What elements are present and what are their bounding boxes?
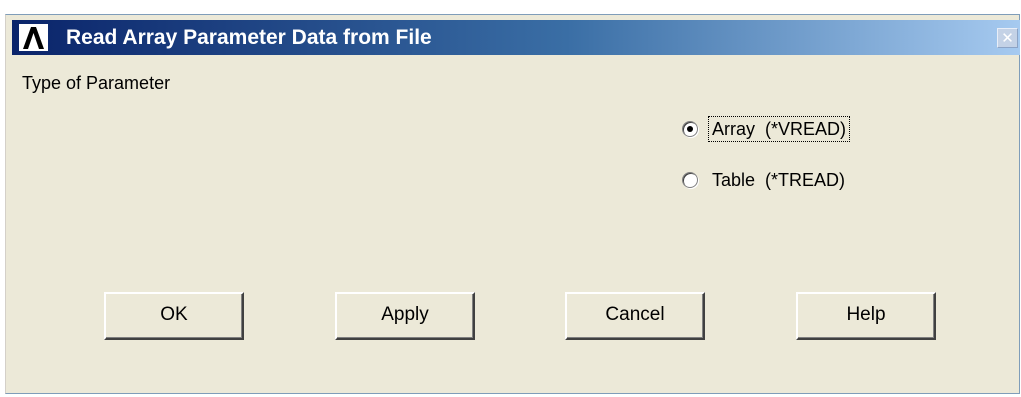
parameter-type-label: Type of Parameter [22, 73, 171, 93]
cancel-button[interactable]: Cancel [565, 292, 705, 340]
ansys-logo-icon [19, 24, 48, 51]
radio-table[interactable] [682, 172, 698, 188]
ok-button[interactable]: OK [104, 292, 244, 340]
title-bar[interactable]: Read Array Parameter Data from File ✕ [12, 20, 1020, 55]
close-button[interactable]: ✕ [997, 28, 1018, 48]
radio-selected-dot [687, 126, 693, 132]
radio-table-label[interactable]: Table (*TREAD) [709, 168, 848, 192]
dialog-window: Read Array Parameter Data from File ✕ Ty… [5, 14, 1020, 394]
close-icon: ✕ [1001, 29, 1014, 47]
help-button[interactable]: Help [796, 292, 936, 340]
radio-array-label[interactable]: Array (*VREAD) [707, 116, 851, 142]
apply-button[interactable]: Apply [335, 292, 475, 340]
window-title: Read Array Parameter Data from File [66, 26, 432, 49]
radio-array[interactable] [682, 121, 698, 137]
